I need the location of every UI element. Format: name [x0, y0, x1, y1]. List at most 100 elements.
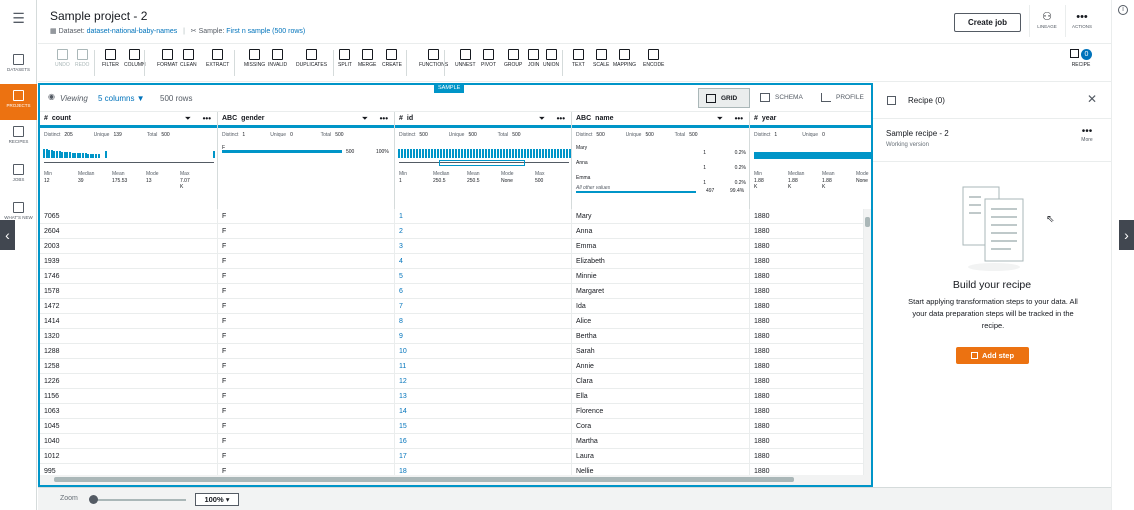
table-cell[interactable]: 7: [395, 299, 572, 314]
table-cell[interactable]: 10: [395, 344, 572, 359]
toolbar-split-button[interactable]: SPLIT: [338, 49, 352, 68]
toolbar-extract-button[interactable]: EXTRACT: [206, 49, 229, 68]
table-cell[interactable]: F: [218, 344, 395, 359]
column-header[interactable]: # year: [750, 112, 871, 128]
table-row[interactable]: 1320 F 9 Bertha 1880: [40, 329, 864, 344]
table-cell[interactable]: 1880: [750, 224, 864, 239]
column-header[interactable]: # count ⏷ •••: [40, 112, 217, 128]
table-cell[interactable]: Sarah: [572, 344, 750, 359]
table-cell[interactable]: 8: [395, 314, 572, 329]
table-row[interactable]: 1578 F 6 Margaret 1880: [40, 284, 864, 299]
table-cell[interactable]: 1880: [750, 404, 864, 419]
column-menu-icon[interactable]: •••: [735, 112, 743, 125]
table-row[interactable]: 7065 F 1 Mary 1880: [40, 209, 864, 224]
tab-grid[interactable]: GRID: [698, 88, 750, 108]
table-row[interactable]: 1939 F 4 Elizabeth 1880: [40, 254, 864, 269]
table-cell[interactable]: F: [218, 374, 395, 389]
table-row[interactable]: 1045 F 15 Cora 1880: [40, 419, 864, 434]
table-cell[interactable]: 4: [395, 254, 572, 269]
table-cell[interactable]: F: [218, 404, 395, 419]
table-cell[interactable]: 17: [395, 449, 572, 464]
toolbar-mapping-button[interactable]: MAPPING: [613, 49, 636, 68]
table-cell[interactable]: 995: [40, 464, 218, 475]
table-cell[interactable]: 15: [395, 419, 572, 434]
nav-datasets[interactable]: DATASETS: [0, 48, 37, 84]
table-row[interactable]: 1258 F 11 Annie 1880: [40, 359, 864, 374]
table-cell[interactable]: Ella: [572, 389, 750, 404]
vertical-scrollbar[interactable]: [864, 209, 871, 475]
table-row[interactable]: 1156 F 13 Ella 1880: [40, 389, 864, 404]
table-cell[interactable]: 1: [395, 209, 572, 224]
table-cell[interactable]: 2604: [40, 224, 218, 239]
table-cell[interactable]: Elizabeth: [572, 254, 750, 269]
table-cell[interactable]: Bertha: [572, 329, 750, 344]
table-cell[interactable]: F: [218, 239, 395, 254]
toolbar-undo-button[interactable]: UNDO: [55, 49, 70, 68]
table-cell[interactable]: 1880: [750, 419, 864, 434]
table-cell[interactable]: 1012: [40, 449, 218, 464]
table-cell[interactable]: Ida: [572, 299, 750, 314]
collapse-left-button[interactable]: ‹: [0, 220, 15, 250]
table-cell[interactable]: 1288: [40, 344, 218, 359]
table-row[interactable]: 1063 F 14 Florence 1880: [40, 404, 864, 419]
table-cell[interactable]: 18: [395, 464, 572, 475]
table-cell[interactable]: 1040: [40, 434, 218, 449]
table-cell[interactable]: 14: [395, 404, 572, 419]
column-menu-icon[interactable]: •••: [557, 112, 565, 125]
column-menu-icon[interactable]: •••: [203, 112, 211, 125]
table-cell[interactable]: F: [218, 359, 395, 374]
table-row[interactable]: 2003 F 3 Emma 1880: [40, 239, 864, 254]
sample-link[interactable]: First n sample (500 rows): [226, 28, 305, 35]
table-cell[interactable]: Minnie: [572, 269, 750, 284]
nav-projects[interactable]: PROJECTS: [0, 84, 37, 120]
table-cell[interactable]: 1156: [40, 389, 218, 404]
table-row[interactable]: 1414 F 8 Alice 1880: [40, 314, 864, 329]
create-job-button[interactable]: Create job: [954, 13, 1021, 32]
table-cell[interactable]: 1320: [40, 329, 218, 344]
table-cell[interactable]: 1258: [40, 359, 218, 374]
zoom-select[interactable]: 100% ▾: [195, 493, 239, 506]
toolbar-text-button[interactable]: TEXT: [572, 49, 585, 68]
table-cell[interactable]: 1880: [750, 209, 864, 224]
zoom-slider[interactable]: [90, 499, 186, 501]
table-cell[interactable]: F: [218, 419, 395, 434]
table-cell[interactable]: F: [218, 299, 395, 314]
toolbar-encode-button[interactable]: ENCODE: [643, 49, 664, 68]
toolbar-group-button[interactable]: GROUP: [504, 49, 522, 68]
table-cell[interactable]: F: [218, 449, 395, 464]
table-cell[interactable]: 7065: [40, 209, 218, 224]
table-cell[interactable]: 5: [395, 269, 572, 284]
toolbar-redo-button[interactable]: REDO: [75, 49, 89, 68]
table-cell[interactable]: 1880: [750, 329, 864, 344]
table-cell[interactable]: Nellie: [572, 464, 750, 475]
table-cell[interactable]: F: [218, 329, 395, 344]
add-step-button[interactable]: Add step: [956, 347, 1029, 364]
table-cell[interactable]: 1880: [750, 464, 864, 475]
toolbar-unnest-button[interactable]: UNNEST: [455, 49, 476, 68]
tab-schema[interactable]: SCHEMA: [753, 88, 811, 108]
table-cell[interactable]: 1880: [750, 449, 864, 464]
table-row[interactable]: 995 F 18 Nellie 1880: [40, 464, 864, 475]
table-cell[interactable]: F: [218, 464, 395, 475]
table-cell[interactable]: 1063: [40, 404, 218, 419]
table-cell[interactable]: F: [218, 254, 395, 269]
zoom-slider-handle[interactable]: [89, 495, 98, 504]
filter-icon[interactable]: ⏷: [717, 112, 723, 125]
column-header[interactable]: ABC name ⏷ •••: [572, 112, 749, 128]
table-cell[interactable]: Anna: [572, 224, 750, 239]
info-icon[interactable]: i: [1118, 5, 1128, 15]
recipe-more-button[interactable]: ••• More: [1073, 127, 1101, 144]
table-cell[interactable]: 2: [395, 224, 572, 239]
collapse-right-button[interactable]: ›: [1119, 220, 1134, 250]
table-cell[interactable]: Margaret: [572, 284, 750, 299]
table-row[interactable]: 1012 F 17 Laura 1880: [40, 449, 864, 464]
table-cell[interactable]: 11: [395, 359, 572, 374]
table-cell[interactable]: Clara: [572, 374, 750, 389]
toolbar-duplicates-button[interactable]: DUPLICATES: [296, 49, 327, 68]
table-cell[interactable]: F: [218, 284, 395, 299]
toolbar-clean-button[interactable]: CLEAN: [180, 49, 197, 68]
filter-icon[interactable]: ⏷: [185, 112, 191, 125]
table-cell[interactable]: 16: [395, 434, 572, 449]
toolbar-filter-button[interactable]: FILTER: [102, 49, 119, 68]
table-cell[interactable]: 1880: [750, 299, 864, 314]
